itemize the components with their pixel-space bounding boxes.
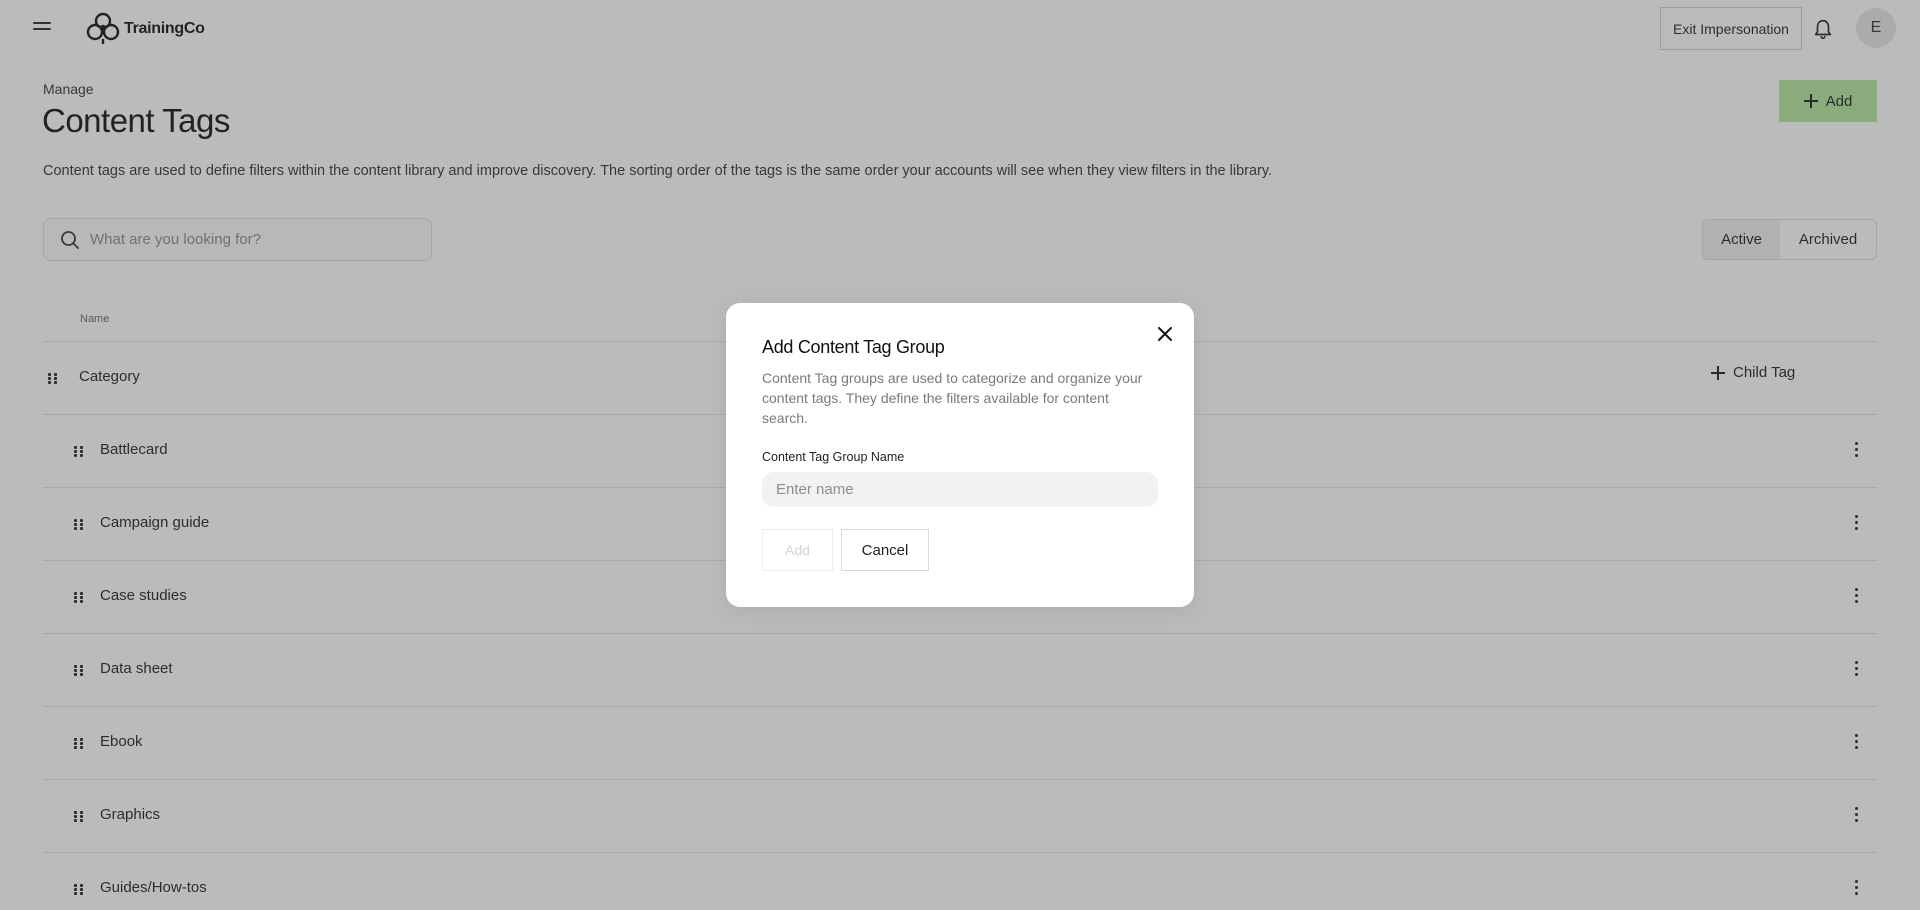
dialog-cancel-button[interactable]: Cancel — [841, 529, 929, 571]
close-icon[interactable] — [1154, 323, 1176, 345]
tag-group-name-input[interactable] — [762, 472, 1158, 507]
tag-group-name-label: Content Tag Group Name — [762, 450, 905, 464]
dialog-title: Add Content Tag Group — [762, 337, 945, 357]
add-tag-group-dialog: Add Content Tag Group Content Tag groups… — [726, 303, 1194, 607]
dialog-description: Content Tag groups are used to categoriz… — [762, 370, 1143, 426]
dialog-add-button[interactable]: Add — [762, 529, 833, 571]
